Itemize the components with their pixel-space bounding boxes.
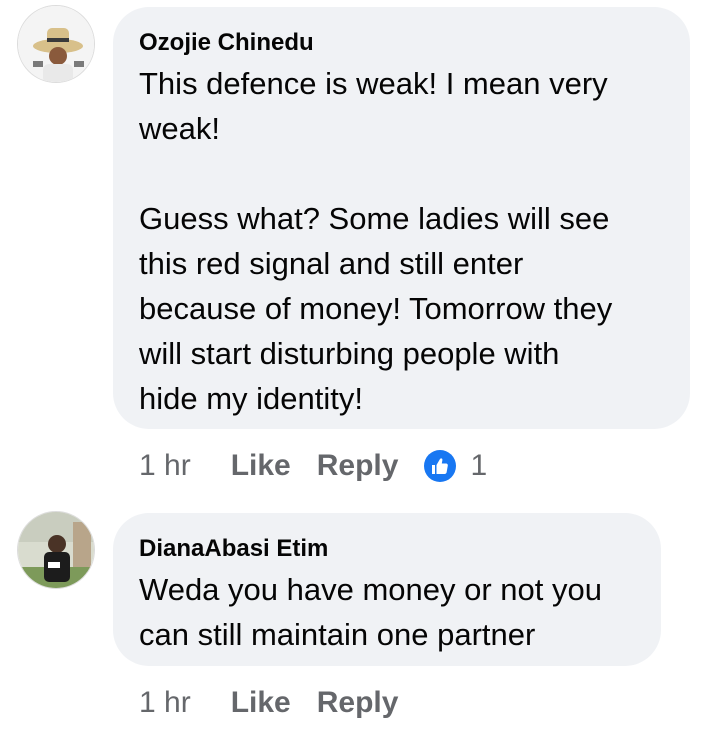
comment-text: Weda you have money or not you can still… xyxy=(139,567,633,657)
reply-button[interactable]: Reply xyxy=(317,449,399,483)
comment-line: can still maintain one partner xyxy=(139,617,536,652)
comment-actions: 1 hr Like Reply xyxy=(139,683,424,723)
comment-time[interactable]: 1 hr xyxy=(139,449,191,483)
like-button[interactable]: Like xyxy=(231,449,291,483)
reaction-summary[interactable]: 1 xyxy=(424,449,487,483)
reply-button[interactable]: Reply xyxy=(317,686,399,720)
comment-line: This defence is weak! I mean very xyxy=(139,66,608,101)
avatar[interactable] xyxy=(17,5,95,83)
comment-line: hide my identity! xyxy=(139,381,363,416)
comment-bubble: Ozojie Chinedu This defence is weak! I m… xyxy=(113,7,690,429)
comment-author[interactable]: Ozojie Chinedu xyxy=(139,29,662,57)
avatar-image xyxy=(18,512,94,588)
avatar-image xyxy=(18,6,94,82)
comment-line: this red signal and still enter xyxy=(139,246,524,281)
comment-actions: 1 hr Like Reply 1 xyxy=(139,446,487,486)
reaction-count: 1 xyxy=(470,449,488,482)
like-button[interactable]: Like xyxy=(231,686,291,720)
comment-line: weak! xyxy=(139,111,220,146)
comment-line: because of money! Tomorrow they xyxy=(139,291,613,326)
comment-time[interactable]: 1 hr xyxy=(139,686,191,720)
comment-line: Guess what? Some ladies will see xyxy=(139,201,610,236)
comment-line: will start disturbing people with xyxy=(139,336,560,371)
avatar[interactable] xyxy=(17,511,95,589)
comment-text: This defence is weak! I mean very weak! … xyxy=(139,61,662,421)
comment-bubble: DianaAbasi Etim Weda you have money or n… xyxy=(113,513,661,666)
comment-author[interactable]: DianaAbasi Etim xyxy=(139,535,633,563)
thumbs-up-icon xyxy=(424,450,457,482)
comment-line: Weda you have money or not you xyxy=(139,572,602,607)
